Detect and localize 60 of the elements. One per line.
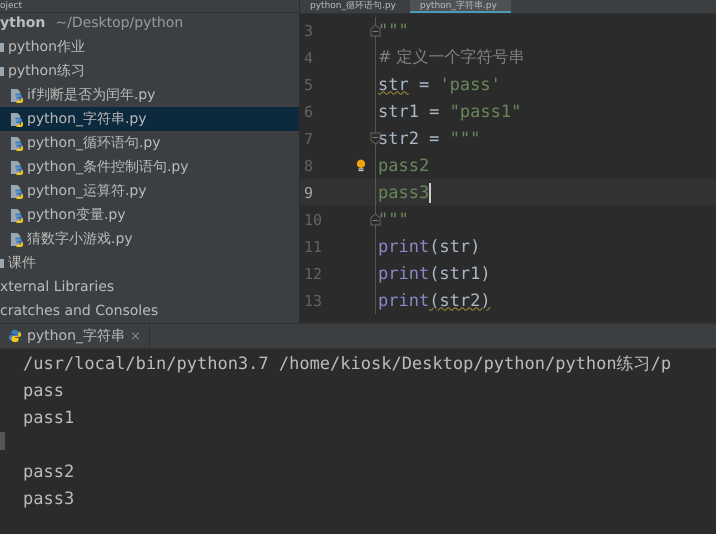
line-number: 7 xyxy=(303,130,314,148)
folder-icon xyxy=(0,258,4,268)
code-line: """ xyxy=(377,20,409,40)
gutter-marker xyxy=(0,432,5,450)
tree-item[interactable]: python_条件控制语句.py xyxy=(27,158,189,176)
tree-item[interactable]: python_运算符.py xyxy=(27,182,147,200)
line-number: 6 xyxy=(303,102,314,120)
python-file-icon xyxy=(10,208,23,222)
console-output: /usr/local/bin/python3.7 /home/kiosk/Desktop/python/python练习/p xyxy=(23,354,672,374)
tree-item[interactable]: python变量.py xyxy=(27,206,126,224)
project-path: ~/Desktop/python xyxy=(55,15,184,31)
code-line: str = 'pass' xyxy=(377,74,501,94)
code-line: """ xyxy=(377,210,409,230)
fold-icon[interactable] xyxy=(370,24,381,37)
fold-icon[interactable] xyxy=(370,213,381,226)
code-line: str2 = """ xyxy=(377,128,480,148)
tree-item[interactable]: 猜数字小游戏.py xyxy=(27,230,133,248)
fold-icon[interactable] xyxy=(370,132,381,145)
tree-item[interactable]: 课件 xyxy=(8,254,36,272)
code-line: pass2 xyxy=(377,156,430,176)
tree-item[interactable]: ython xyxy=(0,15,46,31)
line-number: 4 xyxy=(303,48,314,66)
tree-item[interactable]: python作业 xyxy=(8,38,85,56)
tree-item[interactable]: python练习 xyxy=(8,62,85,80)
console-output: pass2 xyxy=(23,462,74,482)
lightbulb-icon[interactable] xyxy=(356,158,366,173)
line-number: 5 xyxy=(303,76,314,94)
line-number: 11 xyxy=(303,238,324,256)
code-line: str1 = "pass1" xyxy=(377,102,522,122)
python-file-icon xyxy=(10,160,23,174)
code-line: print(str1) xyxy=(377,264,491,284)
python-file-icon xyxy=(10,232,23,246)
panel-title: oject xyxy=(0,0,22,12)
folder-icon xyxy=(0,66,4,76)
line-number: 8 xyxy=(303,156,314,174)
code-line: print(str2) xyxy=(377,290,491,310)
editor-tab[interactable]: python_字符串.py xyxy=(410,0,511,13)
code-line: pass3 xyxy=(377,182,432,202)
tree-item[interactable]: cratches and Consoles xyxy=(0,303,158,319)
python-icon xyxy=(8,329,22,343)
line-number: 12 xyxy=(303,264,324,282)
editor-tab[interactable]: python_循环语句.py xyxy=(300,0,410,13)
tree-item[interactable]: xternal Libraries xyxy=(0,279,114,295)
python-file-icon xyxy=(10,136,23,150)
line-number: 10 xyxy=(303,210,324,228)
tree-item[interactable]: python_循环语句.py xyxy=(27,134,161,152)
python-file-icon xyxy=(10,184,23,198)
code-line: # 定义一个字符号串 xyxy=(377,47,524,68)
line-number: 3 xyxy=(303,22,314,40)
console-output: pass xyxy=(23,381,64,401)
console-output: pass3 xyxy=(23,489,74,509)
close-icon[interactable]: × xyxy=(130,328,141,344)
tree-item[interactable]: if判断是否为闰年.py xyxy=(27,86,156,104)
python-file-icon xyxy=(10,88,23,102)
line-number: 13 xyxy=(303,292,324,310)
console-output: pass1 xyxy=(23,408,74,428)
folder-icon xyxy=(0,42,4,52)
python-file-icon xyxy=(10,112,23,126)
code-line: print(str) xyxy=(377,236,480,256)
line-number: 9 xyxy=(303,184,314,202)
